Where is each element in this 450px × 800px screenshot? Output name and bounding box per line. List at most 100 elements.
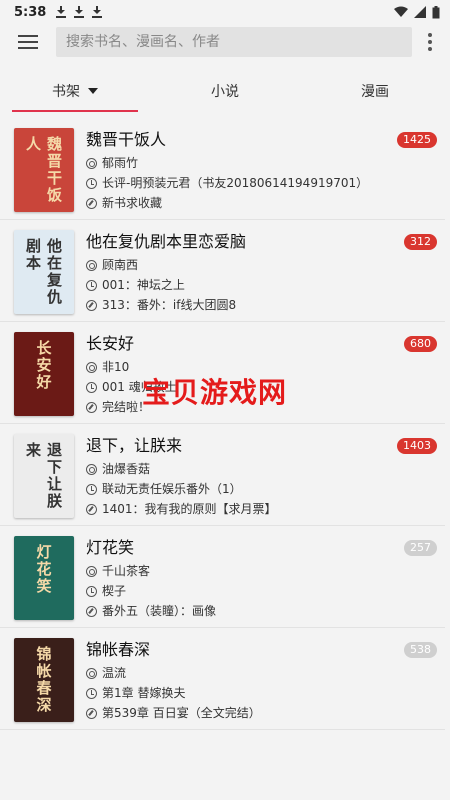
author-name: 非10 [102, 360, 130, 374]
compass-icon [86, 503, 97, 515]
book-title: 灯花笑 [86, 538, 135, 557]
more-options-icon[interactable] [420, 32, 440, 52]
author-row: 温流 [86, 663, 437, 683]
author-icon [86, 361, 97, 373]
cover-title: 长安好 [34, 340, 53, 391]
book-cover: 长安好 [14, 332, 74, 416]
clock-icon [86, 585, 97, 597]
read-chapter: 001：神坛之上 [102, 278, 185, 292]
update-row: 第539章 百日宴（全文完结） [86, 703, 437, 723]
book-item[interactable]: 退下让朕来 退下，让朕来 油爆香菇 联动无责任娱乐番外（1） 1401：我有我的… [0, 424, 445, 526]
tab-comic[interactable]: 漫画 [300, 70, 450, 112]
cover-title: 锦帐春深 [34, 646, 53, 714]
author-row: 非10 [86, 357, 437, 377]
author-icon [86, 157, 97, 169]
book-item[interactable]: 长安好 长安好 非10 001 魂归故土 完结啦！ 680 [0, 322, 445, 424]
download-icon [56, 6, 67, 18]
book-title: 退下，让朕来 [86, 436, 183, 455]
author-name: 油爆香菇 [102, 462, 151, 476]
tab-novel[interactable]: 小说 [150, 70, 300, 112]
compass-icon [86, 707, 97, 719]
chapter-row: 长评-明预装元君（书友20180614194919701） [86, 173, 437, 193]
tab-bar: 书架 小说 漫画 [0, 70, 450, 112]
chapter-row: 楔子 [86, 581, 437, 601]
book-item[interactable]: 锦帐春深 锦帐春深 温流 第1章 替嫁换夫 第539章 百日宴（全文完结） 53… [0, 628, 445, 730]
book-item[interactable]: 灯花笑 灯花笑 千山茶客 楔子 番外五（装瞳）：画像 257 [0, 526, 445, 628]
book-info: 他在复仇剧本里恋爱脑 顾南西 001：神坛之上 313：番外：if线大团圆8 [86, 230, 437, 315]
compass-icon [86, 197, 97, 209]
latest-chapter: 第539章 百日宴（全文完结） [102, 706, 261, 720]
cover-title: 他在复仇剧本 [24, 238, 63, 306]
bookshelf-list: 魏晋干饭人 魏晋干饭人 郁雨竹 长评-明预装元君（书友2018061419491… [0, 118, 450, 730]
book-info: 长安好 非10 001 魂归故土 完结啦！ [86, 332, 437, 417]
clock-icon [86, 483, 97, 495]
chapter-row: 第1章 替嫁换夫 [86, 683, 437, 703]
book-title: 长安好 [86, 334, 135, 353]
book-info: 锦帐春深 温流 第1章 替嫁换夫 第539章 百日宴（全文完结） [86, 638, 437, 723]
read-chapter: 001 魂归故土 [102, 380, 177, 394]
latest-chapter: 番外五（装瞳）：画像 [102, 604, 217, 618]
book-title: 锦帐春深 [86, 640, 151, 659]
read-chapter: 长评-明预装元君（书友20180614194919701） [102, 176, 369, 190]
latest-chapter: 313：番外：if线大团圆8 [102, 298, 237, 312]
menu-icon[interactable] [18, 35, 38, 49]
read-chapter: 楔子 [102, 584, 127, 598]
book-cover: 退下让朕来 [14, 434, 74, 518]
tab-label: 漫画 [361, 84, 389, 100]
book-item[interactable]: 魏晋干饭人 魏晋干饭人 郁雨竹 长评-明预装元君（书友2018061419491… [0, 118, 445, 220]
unread-count-badge: 257 [404, 540, 437, 556]
unread-count-badge: 538 [404, 642, 437, 658]
author-icon [86, 463, 97, 475]
book-item[interactable]: 他在复仇剧本 他在复仇剧本里恋爱脑 顾南西 001：神坛之上 313：番外：if… [0, 220, 445, 322]
author-name: 温流 [102, 666, 127, 680]
chapter-row: 联动无责任娱乐番外（1） [86, 479, 437, 499]
book-info: 灯花笑 千山茶客 楔子 番外五（装瞳）：画像 [86, 536, 437, 621]
book-title: 魏晋干饭人 [86, 130, 167, 149]
tab-label: 书架 [52, 84, 80, 100]
latest-chapter: 完结啦！ [102, 400, 151, 414]
unread-count-badge: 312 [404, 234, 437, 250]
update-row: 新书求收藏 [86, 193, 437, 213]
status-time: 5:38 [14, 4, 47, 20]
update-row: 313：番外：if线大团圆8 [86, 295, 437, 315]
author-row: 油爆香菇 [86, 459, 437, 479]
book-cover: 魏晋干饭人 [14, 128, 74, 212]
compass-icon [86, 605, 97, 617]
clock-icon [86, 279, 97, 291]
chapter-row: 001 魂归故土 [86, 377, 437, 397]
read-chapter: 联动无责任娱乐番外（1） [102, 482, 242, 496]
author-row: 千山茶客 [86, 561, 437, 581]
battery-icon [432, 5, 440, 18]
search-input[interactable] [56, 27, 412, 57]
book-cover: 锦帐春深 [14, 638, 74, 722]
clock-icon [86, 177, 97, 189]
update-row: 1401：我有我的原则【求月票】 [86, 499, 437, 519]
book-info: 退下，让朕来 油爆香菇 联动无责任娱乐番外（1） 1401：我有我的原则【求月票… [86, 434, 437, 519]
clock-icon [86, 381, 97, 393]
tab-label: 小说 [211, 84, 239, 100]
latest-chapter: 1401：我有我的原则【求月票】 [102, 502, 277, 516]
top-bar [0, 24, 450, 60]
unread-count-badge: 1425 [397, 132, 437, 148]
download-icon [74, 6, 85, 18]
read-chapter: 第1章 替嫁换夫 [102, 686, 186, 700]
wifi-icon [394, 6, 408, 17]
update-row: 完结啦！ [86, 397, 437, 417]
status-bar: 5:38 [0, 0, 450, 24]
cover-title: 灯花笑 [34, 544, 53, 595]
cover-title: 魏晋干饭人 [24, 136, 63, 204]
book-cover: 灯花笑 [14, 536, 74, 620]
unread-count-badge: 680 [404, 336, 437, 352]
cover-title: 退下让朕来 [24, 442, 63, 510]
tab-bookshelf[interactable]: 书架 [0, 70, 150, 112]
download-icon [92, 6, 103, 18]
compass-icon [86, 299, 97, 311]
unread-count-badge: 1403 [397, 438, 437, 454]
author-row: 郁雨竹 [86, 153, 437, 173]
clock-icon [86, 687, 97, 699]
author-row: 顾南西 [86, 255, 437, 275]
book-info: 魏晋干饭人 郁雨竹 长评-明预装元君（书友20180614194919701） … [86, 128, 437, 213]
author-name: 郁雨竹 [102, 156, 139, 170]
latest-chapter: 新书求收藏 [102, 196, 163, 210]
chapter-row: 001：神坛之上 [86, 275, 437, 295]
